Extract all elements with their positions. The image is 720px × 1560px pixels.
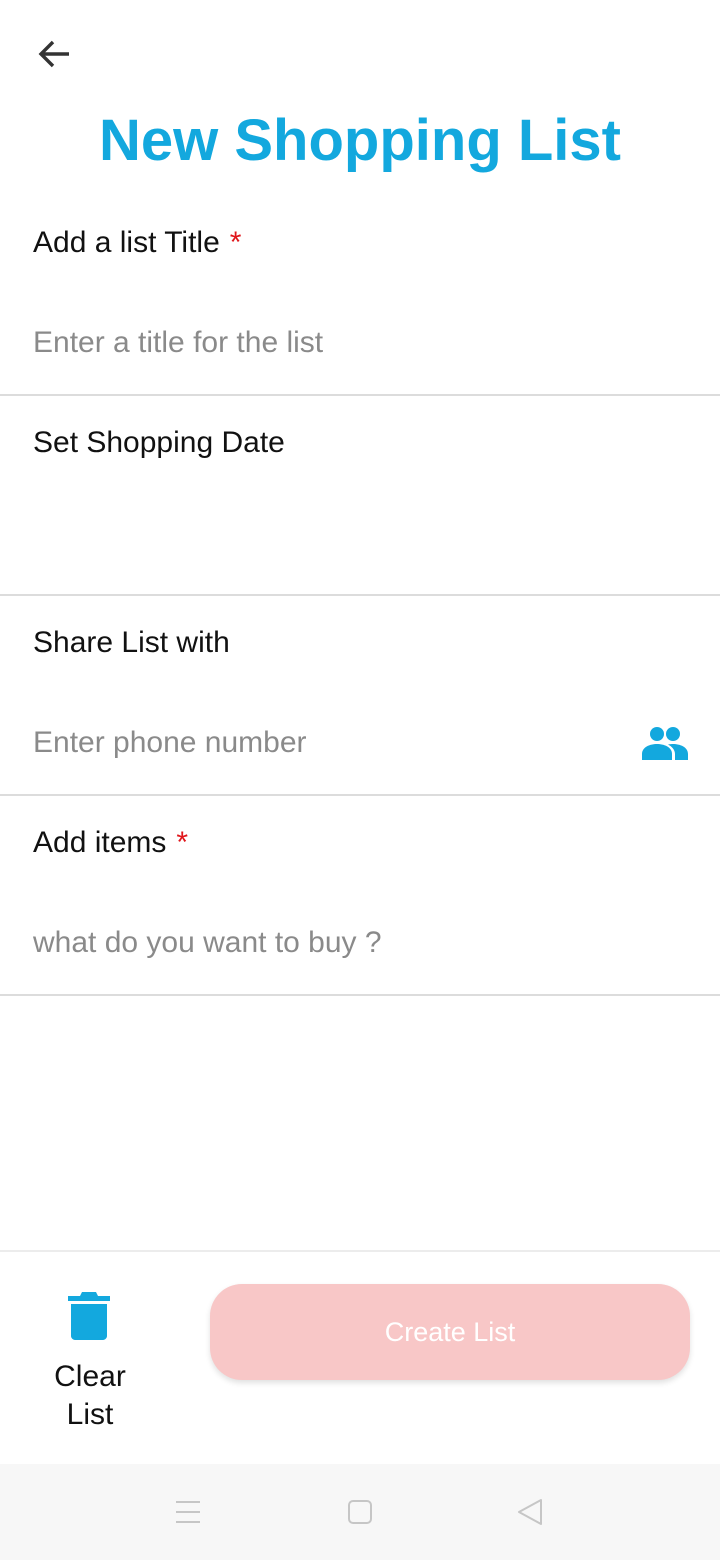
share-list-label: Share List with [33,626,230,659]
share-list-field: Share List with [0,596,720,796]
required-mark: * [229,226,242,259]
trash-icon [68,1292,110,1340]
clear-label-line1: Clear [54,1360,126,1393]
shopping-date-label: Set Shopping Date [33,426,285,459]
bottom-action-bar: Clear List Create List [0,1250,720,1464]
back-button[interactable] [24,26,84,82]
home-square-icon [348,1500,372,1524]
arrow-left-icon [38,40,69,68]
required-mark: * [176,826,189,859]
list-title-field: Add a list Title * [0,196,720,396]
new-shopping-list-screen: New Shopping List Add a list Title * Set … [0,0,720,1560]
add-items-input[interactable] [33,920,623,966]
back-triangle-icon [518,1499,542,1525]
list-title-label: Add a list Title * [33,222,241,264]
system-navigation-bar [0,1464,720,1560]
list-title-input[interactable] [33,320,623,366]
list-title-label-text: Add a list Title [33,226,220,259]
create-list-button[interactable]: Create List [210,1284,690,1380]
add-items-label: Add items * [33,822,188,864]
system-back-button[interactable] [508,1490,552,1534]
menu-icon [176,1501,200,1523]
page-title: New Shopping List [99,108,621,173]
clear-label-line2: List [66,1398,114,1431]
home-button[interactable] [338,1490,382,1534]
clear-list-button[interactable]: Clear List [30,1290,150,1440]
clear-list-label: Clear List [30,1358,150,1434]
menu-button[interactable] [166,1490,210,1534]
contacts-icon[interactable] [642,726,688,760]
add-items-label-text: Add items [33,826,167,859]
add-items-field: Add items * [0,796,720,996]
shopping-date-field[interactable]: Set Shopping Date [0,396,720,596]
phone-number-input[interactable] [33,720,593,766]
